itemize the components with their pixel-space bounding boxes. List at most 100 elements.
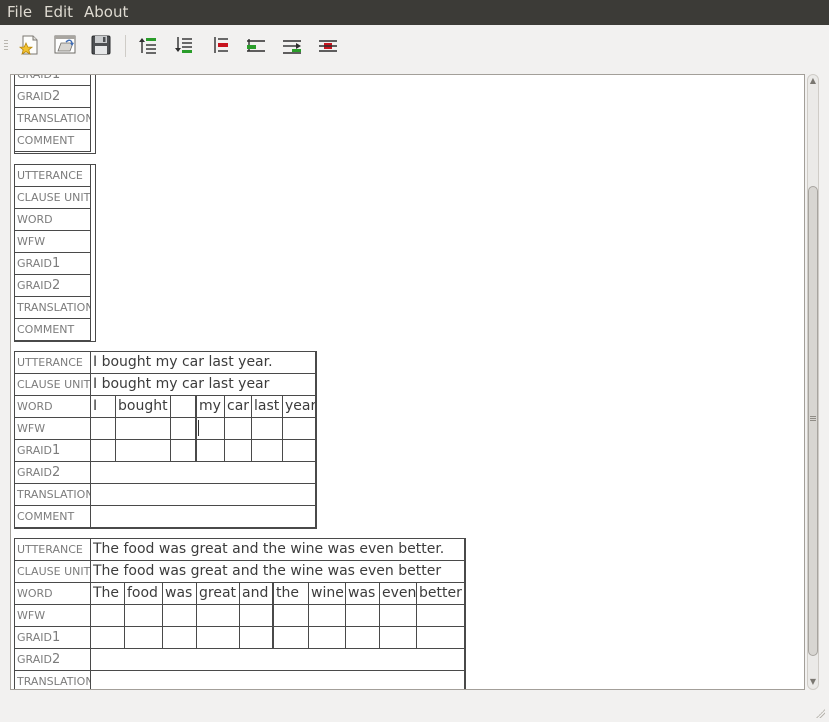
graid1-cell[interactable] — [91, 627, 125, 649]
insert-row-above-icon — [139, 38, 156, 54]
insert-row-below-icon — [175, 37, 192, 53]
new-document-button[interactable] — [17, 33, 41, 57]
word-cell[interactable]: was — [346, 583, 380, 605]
word-cell[interactable]: great — [197, 583, 240, 605]
vertical-scrollbar[interactable]: ▲ ▼ — [806, 74, 820, 690]
wfw-cell[interactable] — [91, 605, 125, 627]
utterance-cell[interactable]: I bought my car last year. — [91, 352, 316, 374]
delete-row-button[interactable] — [208, 33, 232, 57]
translation-label: TRANSLATION — [15, 671, 91, 689]
resize-grip-icon[interactable] — [815, 708, 825, 718]
word-cell[interactable]: I — [91, 396, 116, 418]
word-cell[interactable]: even — [380, 583, 417, 605]
clause-unit-cell[interactable]: The food was great and the wine was even… — [91, 561, 465, 583]
wfw-cell[interactable] — [125, 605, 163, 627]
menu-file[interactable]: File — [7, 3, 32, 22]
utterance-cell[interactable]: The food was great and the wine was even… — [91, 539, 465, 561]
translation-label: TRANSLATION — [15, 297, 91, 319]
translation-label: TRANSLATION — [15, 108, 91, 130]
utterance-label: UTTERANCE — [15, 539, 91, 561]
word-cell[interactable]: was — [163, 583, 197, 605]
graid2-cell[interactable] — [91, 649, 465, 671]
empty-utterance-block: UTTERANCE CLAUSE UNIT WORD WFW GRAID1 GR… — [14, 164, 96, 342]
graid1-cell[interactable] — [346, 627, 380, 649]
word-cell[interactable]: and — [240, 583, 274, 605]
wfw-cell[interactable] — [171, 418, 197, 440]
wfw-cell[interactable] — [252, 418, 283, 440]
new-document-icon — [18, 35, 38, 55]
save-document-button[interactable] — [89, 33, 113, 57]
word-cell[interactable]: bought — [116, 396, 171, 418]
word-cell[interactable] — [171, 396, 197, 418]
graid1-cell[interactable] — [380, 627, 417, 649]
word-cell[interactable]: year — [283, 396, 316, 418]
graid1-label: GRAID1 — [15, 440, 91, 462]
word-cell[interactable]: food — [125, 583, 163, 605]
wfw-cell[interactable] — [197, 418, 225, 440]
word-cell[interactable]: wine — [309, 583, 346, 605]
word-cell[interactable]: my — [197, 396, 225, 418]
toolbar-grip[interactable] — [4, 40, 8, 52]
clause-unit-cell[interactable]: I bought my car last year — [91, 374, 316, 396]
statusbar — [0, 700, 829, 722]
insert-column-right-button[interactable] — [280, 33, 304, 57]
insert-row-above-button[interactable] — [136, 33, 160, 57]
comment-cell[interactable] — [91, 506, 316, 528]
insert-row-below-button[interactable] — [172, 33, 196, 57]
wfw-cell[interactable] — [380, 605, 417, 627]
floppy-disk-icon — [91, 35, 111, 55]
wfw-cell[interactable] — [240, 605, 274, 627]
graid1-label: GRAID1 — [15, 627, 91, 649]
scroll-up-arrow-icon[interactable]: ▲ — [808, 76, 818, 86]
word-cell[interactable]: the — [274, 583, 309, 605]
word-cell[interactable]: better — [417, 583, 465, 605]
wfw-label: WFW — [15, 418, 91, 440]
word-cell[interactable]: The — [91, 583, 125, 605]
wfw-cell[interactable] — [91, 418, 116, 440]
insert-column-left-button[interactable] — [244, 33, 268, 57]
word-label: WORD — [15, 583, 91, 605]
wfw-cell[interactable] — [197, 605, 240, 627]
graid1-cell[interactable] — [274, 627, 309, 649]
graid1-cell[interactable] — [197, 627, 240, 649]
document-canvas[interactable]: GRAID1 GRAID2 TRANSLATION COMMENT UTTERA… — [10, 74, 805, 690]
text-caret — [198, 420, 199, 436]
wfw-cell[interactable] — [116, 418, 171, 440]
wfw-cell[interactable] — [283, 418, 316, 440]
open-document-button[interactable] — [53, 33, 77, 57]
translation-label: TRANSLATION — [15, 484, 91, 506]
translation-cell[interactable] — [91, 671, 465, 689]
wfw-cell[interactable] — [309, 605, 346, 627]
graid1-cell[interactable] — [417, 627, 465, 649]
graid1-cell[interactable] — [171, 440, 197, 462]
graid1-cell[interactable] — [283, 440, 316, 462]
graid1-cell[interactable] — [163, 627, 197, 649]
graid1-cell[interactable] — [252, 440, 283, 462]
graid2-label: GRAID2 — [15, 462, 91, 484]
translation-cell[interactable] — [91, 484, 316, 506]
insert-column-right-icon — [283, 40, 301, 54]
graid1-cell[interactable] — [116, 440, 171, 462]
wfw-cell[interactable] — [346, 605, 380, 627]
menu-edit[interactable]: Edit — [44, 3, 73, 22]
wfw-cell[interactable] — [163, 605, 197, 627]
graid1-cell[interactable] — [240, 627, 274, 649]
scroll-down-arrow-icon[interactable]: ▼ — [808, 677, 818, 687]
wfw-cell[interactable] — [417, 605, 465, 627]
graid2-label: GRAID2 — [15, 649, 91, 671]
graid1-cell[interactable] — [197, 440, 225, 462]
clause-unit-label: CLAUSE UNIT — [15, 374, 91, 396]
graid1-cell[interactable] — [91, 440, 116, 462]
graid1-cell[interactable] — [225, 440, 252, 462]
wfw-cell[interactable] — [274, 605, 309, 627]
graid2-label: GRAID2 — [15, 275, 91, 297]
delete-column-button[interactable] — [316, 33, 340, 57]
wfw-cell[interactable] — [225, 418, 252, 440]
utterance-label: UTTERANCE — [15, 352, 91, 374]
word-cell[interactable]: last — [252, 396, 283, 418]
graid1-cell[interactable] — [125, 627, 163, 649]
word-cell[interactable]: car — [225, 396, 252, 418]
menu-about[interactable]: About — [84, 3, 128, 22]
graid2-cell[interactable] — [91, 462, 316, 484]
graid1-cell[interactable] — [309, 627, 346, 649]
